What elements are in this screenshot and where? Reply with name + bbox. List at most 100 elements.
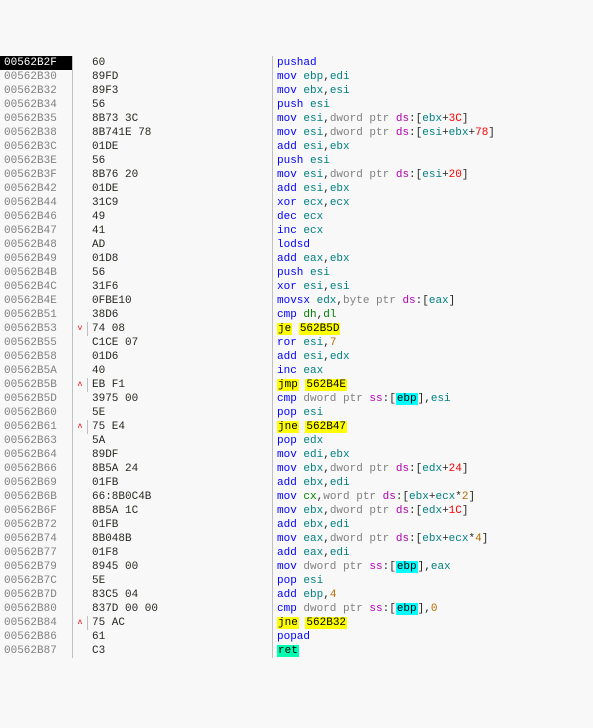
bytes-cell: C1CE 07 [88,336,273,350]
disasm-row[interactable]: 00562B44 31C9xor ecx,ecx [0,196,593,210]
disasm-cell: add ebx,edi [273,476,593,490]
disasm-row[interactable]: 00562B4201DEadd esi,ebx [0,182,593,196]
bytes-cell: 8B73 3C [88,112,273,126]
disasm-row[interactable]: 00562B358B73 3Cmov esi,dword ptr ds:[ebx… [0,112,593,126]
address-cell: 00562B38 [0,126,73,140]
bytes-cell: 31C9 [88,196,273,210]
disasm-row[interactable]: 00562B4649dec ecx [0,210,593,224]
disasm-cell: add esi,ebx [273,140,593,154]
disasm-cell: pop edx [273,434,593,448]
disasm-row[interactable]: 00562B3456push esi [0,98,593,112]
disasm-row[interactable]: 00562B3089FDmov ebp,edi [0,70,593,84]
disasm-row[interactable]: 00562B635Apop edx [0,434,593,448]
address-cell: 00562B80 [0,602,73,616]
bytes-cell: 5E [88,406,273,420]
disasm-cell: mov cx,word ptr ds:[ebx+ecx*2] [273,490,593,504]
disasm-row[interactable]: 00562B8661popad [0,630,593,644]
disasm-row[interactable]: 00562B53˅74 08je 562B5D [0,322,593,336]
address-cell: 00562B34 [0,98,73,112]
disasm-row[interactable]: 00562B5801D6add esi,edx [0,350,593,364]
disasm-row[interactable]: 00562B6901FBadd ebx,edi [0,476,593,490]
disasm-row[interactable]: 00562B4741inc ecx [0,224,593,238]
disasm-row[interactable]: 00562B5D3975 00cmp dword ptr ss:[ebp],es… [0,392,593,406]
disasm-row[interactable]: 00562B7701F8add eax,edi [0,546,593,560]
disasm-row[interactable]: 00562B4E0FBE10movsx edx,byte ptr ds:[eax… [0,294,593,308]
disasm-row[interactable]: 00562B3F8B76 20mov esi,dword ptr ds:[esi… [0,168,593,182]
address-cell: 00562B53 [0,322,73,336]
bytes-cell: 3975 00 [88,392,273,406]
disasm-cell: mov edi,ebx [273,448,593,462]
bytes-cell: 89FD [88,70,273,84]
disasm-row[interactable]: 00562B80837D 00 00cmp dword ptr ss:[ebp]… [0,602,593,616]
bytes-cell: 8B5A 24 [88,462,273,476]
disasm-row[interactable]: 00562B7201FBadd ebx,edi [0,518,593,532]
disasm-row[interactable]: 00562B3289F3mov ebx,esi [0,84,593,98]
disasm-row[interactable]: 00562B87C3ret [0,644,593,658]
disasm-row[interactable]: 00562B3C01DEadd esi,ebx [0,140,593,154]
disasm-row[interactable]: 00562B388B741E 78mov esi,dword ptr ds:[e… [0,126,593,140]
disasm-row[interactable]: 00562B4C31F6xor esi,esi [0,280,593,294]
disasm-cell: je 562B5D [273,322,593,336]
bytes-cell: 31F6 [88,280,273,294]
address-cell: 00562B42 [0,182,73,196]
disasm-row[interactable]: 00562B4901D8add eax,ebx [0,252,593,266]
bytes-cell: 38D6 [88,308,273,322]
bytes-cell: 8B741E 78 [88,126,273,140]
address-cell: 00562B58 [0,350,73,364]
disasm-cell: dec ecx [273,210,593,224]
disasm-cell: pushad [273,56,593,70]
disasm-row[interactable]: 00562B748B048Bmov eax,dword ptr ds:[ebx+… [0,532,593,546]
address-cell: 00562B7C [0,574,73,588]
bytes-cell: 56 [88,154,273,168]
disasm-cell: lodsd [273,238,593,252]
disasm-row[interactable]: 00562B60 5Epop esi [0,406,593,420]
disasm-cell: xor esi,esi [273,280,593,294]
address-cell: 00562B60 [0,406,73,420]
disasm-row[interactable]: 00562B5B˄EB F1jmp 562B4E [0,378,593,392]
address-cell: 00562B86 [0,630,73,644]
address-cell: 00562B6F [0,504,73,518]
disasm-cell: add eax,ebx [273,252,593,266]
address-cell: 00562B32 [0,84,73,98]
disasm-cell: popad [273,630,593,644]
bytes-cell: 837D 00 00 [88,602,273,616]
bytes-cell: 75 E4 [88,420,273,434]
disasm-row[interactable]: 00562B55C1CE 07ror esi,7 [0,336,593,350]
disasm-cell: jmp 562B4E [273,378,593,392]
address-cell: 00562B3F [0,168,73,182]
disasm-row[interactable]: 00562B5A40inc eax [0,364,593,378]
disasm-row[interactable]: 00562B84˄75 ACjne 562B32 [0,616,593,630]
disasm-row[interactable]: 00562B6F8B5A 1Cmov ebx,dword ptr ds:[edx… [0,504,593,518]
disasm-cell: jne 562B47 [273,420,593,434]
disasm-row[interactable]: 00562B2F60pushad [0,56,593,70]
disasm-row[interactable]: 00562B798945 00mov dword ptr ss:[ebp],ea… [0,560,593,574]
disasm-row[interactable]: 00562B61˄75 E4jne 562B47 [0,420,593,434]
disasm-cell: pop esi [273,406,593,420]
address-cell: 00562B44 [0,196,73,210]
disasm-row[interactable]: 00562B48ADlodsd [0,238,593,252]
disasm-row[interactable]: 00562B3E56push esi [0,154,593,168]
address-cell: 00562B66 [0,462,73,476]
address-cell: 00562B51 [0,308,73,322]
address-cell: 00562B48 [0,238,73,252]
disasm-row[interactable]: 00562B4B56push esi [0,266,593,280]
disasm-row[interactable]: 00562B6489DFmov edi,ebx [0,448,593,462]
bytes-cell: 01FB [88,476,273,490]
bytes-cell: 89F3 [88,84,273,98]
jump-arrow: ˄ [73,616,88,630]
disasm-row[interactable]: 00562B7D83C5 04add ebp,4 [0,588,593,602]
address-cell: 00562B63 [0,434,73,448]
bytes-cell: 01D6 [88,350,273,364]
bytes-cell: C3 [88,644,273,658]
bytes-cell: 8B5A 1C [88,504,273,518]
disasm-row[interactable]: 00562B7C5Epop esi [0,574,593,588]
disasm-cell: inc eax [273,364,593,378]
disasm-cell: push esi [273,98,593,112]
disasm-row[interactable]: 00562B6B66:8B0C4Bmov cx,word ptr ds:[ebx… [0,490,593,504]
disasm-row[interactable]: 00562B668B5A 24mov ebx,dword ptr ds:[edx… [0,462,593,476]
disasm-cell: add ebx,edi [273,518,593,532]
disasm-cell: xor ecx,ecx [273,196,593,210]
bytes-cell: 74 08 [88,322,273,336]
disasm-cell: add esi,ebx [273,182,593,196]
disasm-row[interactable]: 00562B5138D6cmp dh,dl [0,308,593,322]
